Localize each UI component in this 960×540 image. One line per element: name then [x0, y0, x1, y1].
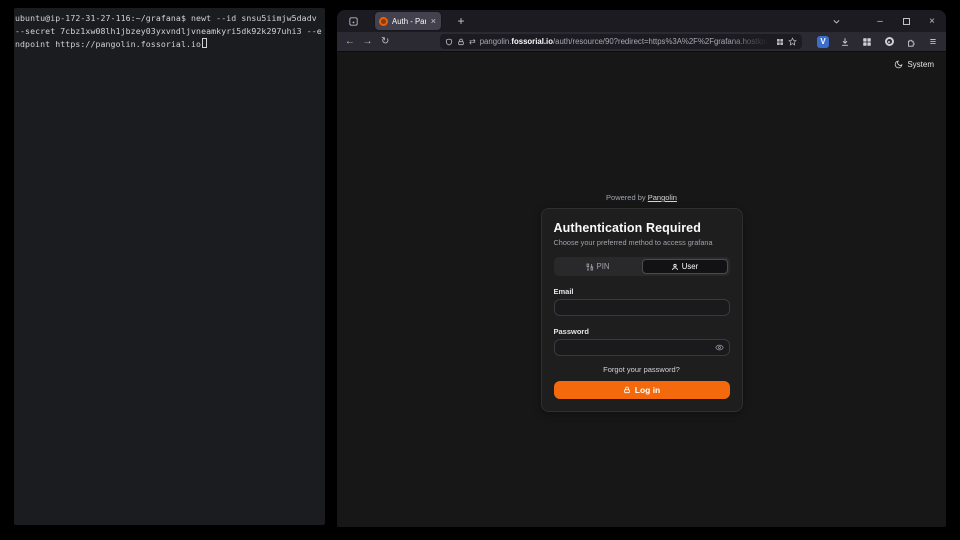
password-field[interactable]: [554, 339, 730, 356]
page-actions-grid-icon[interactable]: [776, 38, 784, 46]
tab-pin-label: PIN: [597, 262, 610, 271]
theme-label: System: [907, 60, 934, 69]
switch-icon[interactable]: ⇄: [469, 37, 476, 46]
maximize-button[interactable]: [898, 13, 914, 29]
vimium-extension-icon[interactable]: V: [816, 35, 830, 49]
downloads-icon[interactable]: [838, 35, 852, 49]
bookmark-star-icon[interactable]: [788, 37, 797, 46]
pangolin-favicon-icon: [379, 17, 388, 26]
tab-user[interactable]: User: [642, 259, 728, 274]
url-text[interactable]: pangolin.fossorial.io/auth/resource/90?r…: [480, 37, 772, 46]
tab-pin[interactable]: PIN: [556, 259, 640, 274]
terminal-window[interactable]: ubuntu@ip-172-31-27-116:~/grafana$ newt …: [14, 8, 325, 525]
terminal-line: ndpoint https://pangolin.fossorial.io: [15, 38, 324, 51]
powered-by-text: Powered by: [606, 193, 646, 202]
email-field[interactable]: [554, 299, 730, 316]
terminal-line: --secret 7cbz1xw08lh1jbzey03yxvndljvneam…: [15, 25, 324, 38]
login-label: Log in: [635, 385, 661, 395]
terminal-line: ubuntu@ip-172-31-27-116:~/grafana$ newt …: [15, 12, 324, 25]
minimize-button[interactable]: –: [872, 13, 888, 29]
window-close-button[interactable]: ×: [924, 13, 940, 29]
powered-by: Powered by Pangolin: [606, 193, 677, 202]
toolbar-extensions-area: V ≡: [816, 35, 940, 49]
back-button[interactable]: ←: [343, 35, 357, 49]
show-password-eye-icon[interactable]: [715, 343, 724, 352]
user-icon: [671, 263, 679, 271]
auth-method-tabs: PIN User: [554, 257, 730, 276]
auth-card: Authentication Required Choose your pref…: [541, 208, 743, 412]
tab-user-label: User: [682, 262, 698, 271]
password-label: Password: [554, 327, 730, 336]
list-all-tabs-chevron-icon[interactable]: [828, 13, 844, 29]
firefox-view-icon[interactable]: [345, 13, 361, 29]
extensions-puzzle-icon[interactable]: [904, 35, 918, 49]
forgot-password-link[interactable]: Forgot your password?: [554, 365, 730, 374]
theme-toggle[interactable]: System: [894, 60, 934, 69]
tab-title: Auth - Pangolin: [392, 17, 426, 26]
login-button[interactable]: Log in: [554, 381, 730, 399]
adblock-ring-icon[interactable]: [882, 35, 896, 49]
browser-window: Auth - Pangolin × + – × ← → ↻ ⇄ pangolin…: [337, 10, 946, 527]
card-subtitle: Choose your preferred method to access g…: [554, 238, 730, 247]
navigation-toolbar: ← → ↻ ⇄ pangolin.fossorial.io/auth/resou…: [337, 32, 946, 52]
tracking-shield-icon[interactable]: [445, 38, 453, 46]
terminal-cursor: [202, 38, 207, 48]
page-content: System Powered by Pangolin Authenticatio…: [337, 52, 946, 527]
tab-bar: Auth - Pangolin × + – ×: [337, 10, 946, 32]
card-title: Authentication Required: [554, 221, 730, 235]
tab-auth-pangolin[interactable]: Auth - Pangolin ×: [375, 12, 441, 30]
forward-button[interactable]: →: [361, 35, 375, 49]
new-tab-button[interactable]: +: [453, 13, 469, 29]
moon-icon: [894, 60, 903, 69]
pangolin-link[interactable]: Pangolin: [648, 193, 677, 202]
login-lock-icon: [623, 386, 631, 394]
url-bar[interactable]: ⇄ pangolin.fossorial.io/auth/resource/90…: [440, 34, 802, 49]
maximize-icon: [903, 18, 910, 25]
pin-binary-icon: [586, 263, 594, 271]
reload-button[interactable]: ↻: [378, 35, 392, 49]
email-label: Email: [554, 287, 730, 296]
tab-close-icon[interactable]: ×: [430, 17, 437, 26]
lock-icon[interactable]: [457, 38, 465, 46]
containers-grid-icon[interactable]: [860, 35, 874, 49]
menu-hamburger-icon[interactable]: ≡: [926, 35, 940, 49]
